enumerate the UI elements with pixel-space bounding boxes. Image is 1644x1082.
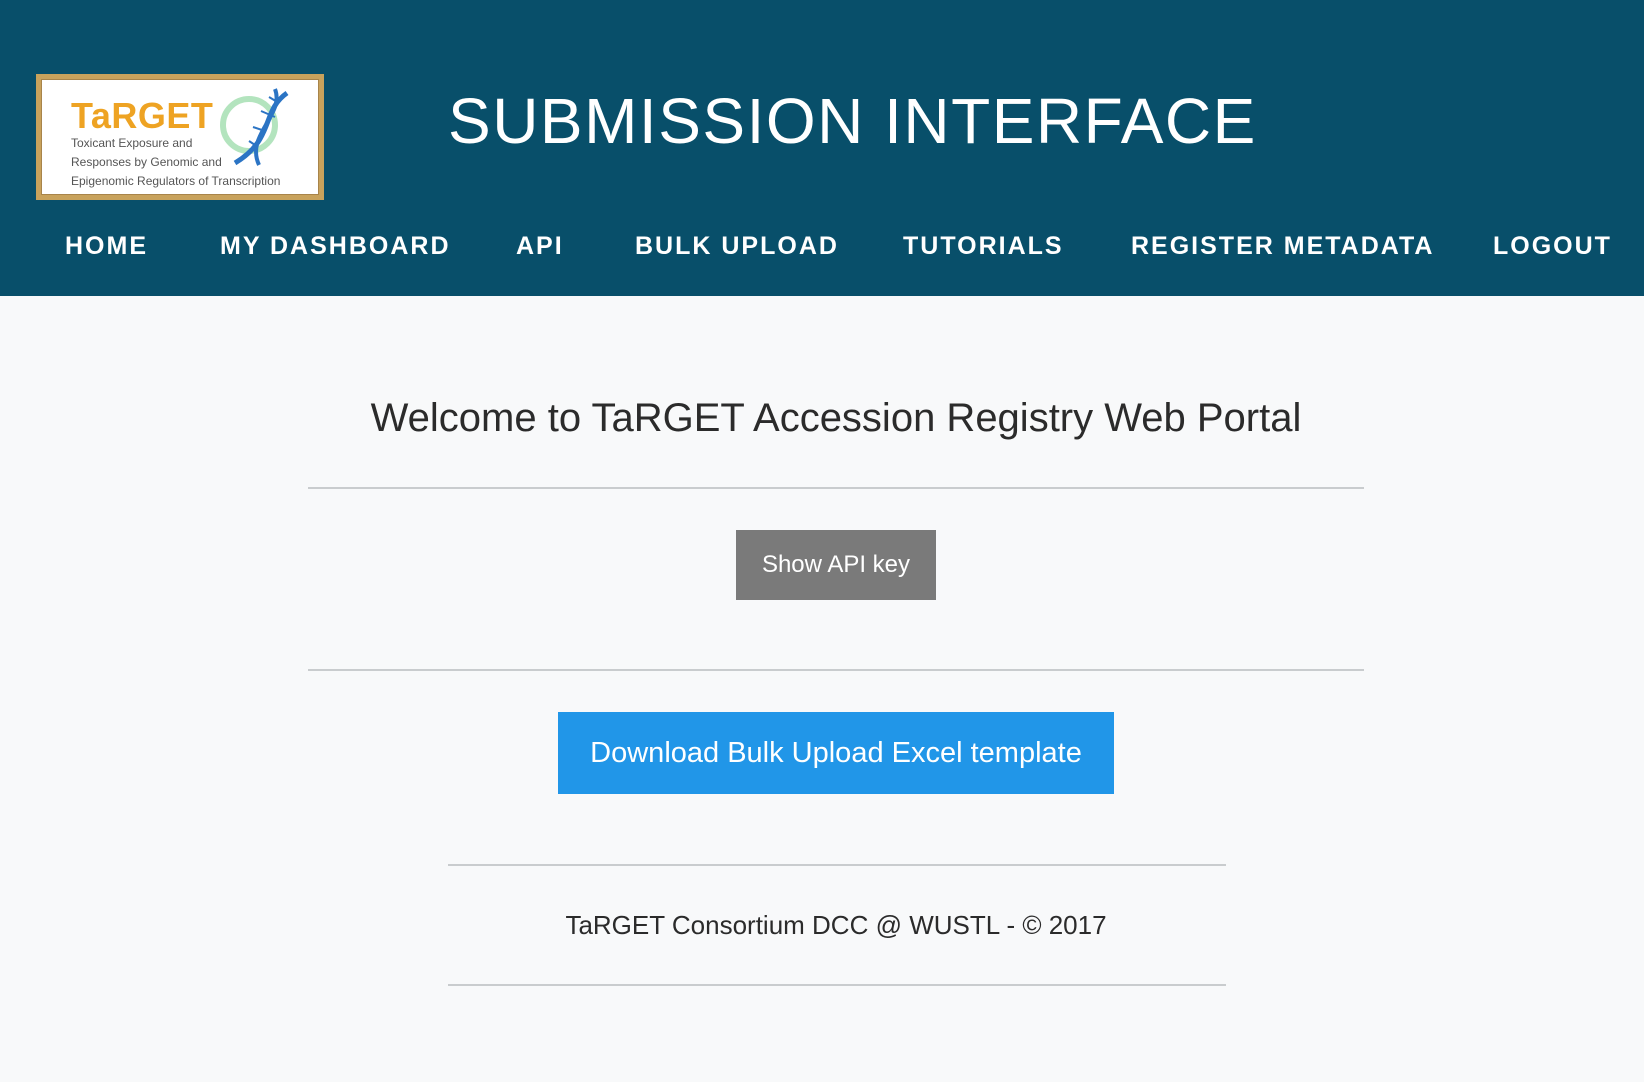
- logo-subtitle-line: Epigenomic Regulators of Transcription: [71, 174, 281, 188]
- show-api-key-button[interactable]: Show API key: [736, 530, 936, 600]
- dna-icon: [220, 88, 289, 166]
- logo-subtitle-line: Responses by Genomic and: [71, 155, 222, 169]
- divider: [308, 487, 1364, 489]
- logo-wordmark: TaRGET: [71, 95, 214, 136]
- target-logo[interactable]: TaRGET Toxicant Exposure and Responses b…: [36, 74, 324, 200]
- nav-item-my-dashboard[interactable]: MY DASHBOARD: [220, 232, 451, 261]
- nav-item-api[interactable]: API: [516, 232, 564, 261]
- footer-divider-top: [448, 864, 1226, 866]
- footer-copyright: TaRGET Consortium DCC @ WUSTL - © 2017: [565, 910, 1107, 940]
- divider: [308, 669, 1364, 671]
- nav-item-bulk-upload[interactable]: BULK UPLOAD: [635, 232, 839, 261]
- footer-divider-bottom: [448, 984, 1226, 986]
- site-header: TaRGET Toxicant Exposure and Responses b…: [0, 0, 1644, 296]
- download-template-button[interactable]: Download Bulk Upload Excel template: [558, 712, 1114, 794]
- nav-item-logout[interactable]: LOGOUT: [1493, 232, 1612, 261]
- nav-item-register-metadata[interactable]: REGISTER METADATA: [1131, 232, 1434, 261]
- main-nav: HOME MY DASHBOARD API BULK UPLOAD TUTORI…: [0, 232, 1644, 268]
- logo-subtitle-line: Toxicant Exposure and: [71, 136, 193, 150]
- nav-item-tutorials[interactable]: TUTORIALS: [903, 232, 1064, 261]
- welcome-heading: Welcome to TaRGET Accession Registry Web…: [370, 396, 1302, 440]
- site-title: SUBMISSION INTERFACE: [448, 85, 1257, 157]
- nav-item-home[interactable]: HOME: [65, 232, 148, 261]
